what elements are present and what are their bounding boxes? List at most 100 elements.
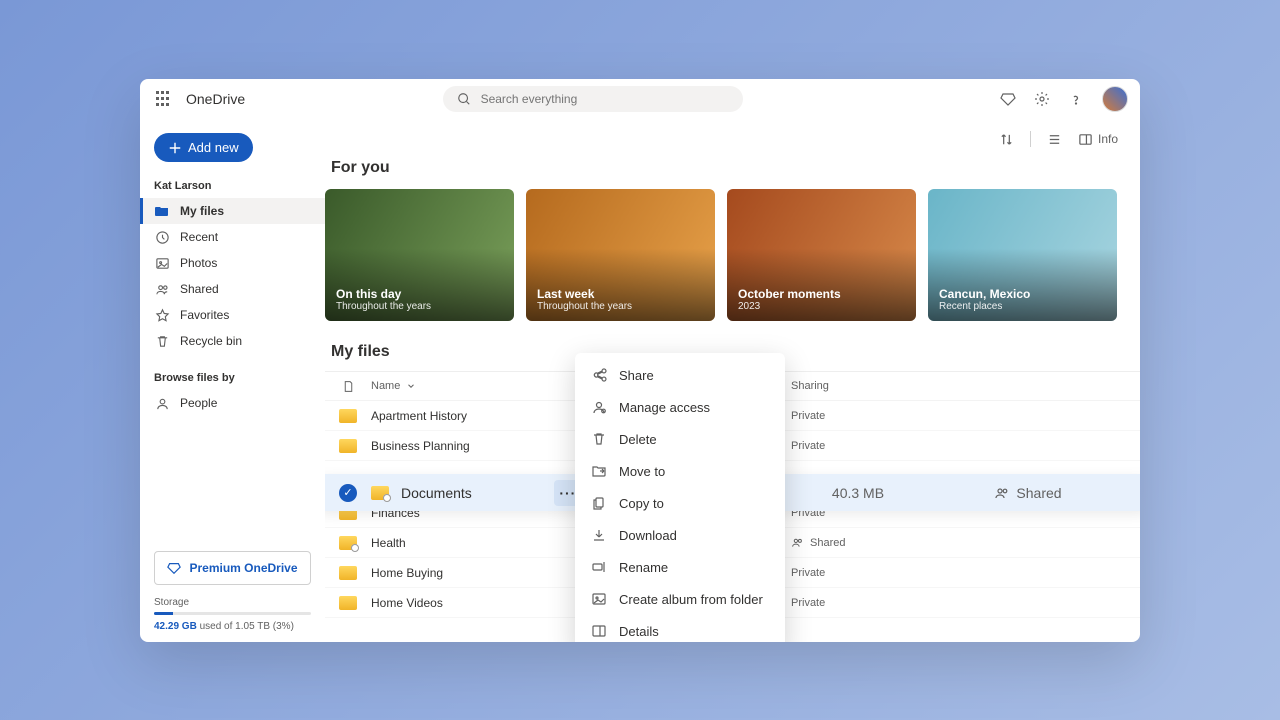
card-title: On this day: [336, 287, 431, 301]
person-icon: [154, 395, 170, 411]
toolbar: Info: [325, 119, 1140, 159]
menu-label: Create album from folder: [619, 592, 763, 607]
premium-label: Premium OneDrive: [189, 561, 297, 575]
file-sharing: Private: [791, 410, 1118, 422]
col-sharing[interactable]: Sharing: [791, 380, 1118, 392]
image-icon: [154, 255, 170, 271]
rename-icon: [591, 559, 607, 575]
sort-icon[interactable]: [999, 132, 1014, 147]
storage-fill: [154, 612, 173, 615]
details-icon: [591, 623, 607, 639]
menu-item-copy[interactable]: Copy to: [575, 487, 785, 519]
file-type-header-icon: [325, 380, 371, 393]
sidebar-item-label: Photos: [180, 256, 217, 270]
for-you-card[interactable]: On this day Throughout the years: [325, 189, 514, 321]
people-icon: [154, 281, 170, 297]
copy-icon: [591, 495, 607, 511]
sidebar-item-people[interactable]: People: [140, 390, 325, 416]
menu-item-access[interactable]: Manage access: [575, 391, 785, 423]
sidebar-item-favorites[interactable]: Favorites: [140, 302, 325, 328]
sidebar-item-label: Shared: [180, 282, 219, 296]
app-launcher-icon[interactable]: [152, 87, 176, 111]
download-icon: [591, 527, 607, 543]
settings-gear-icon[interactable]: [1034, 91, 1050, 107]
file-size: 40.3 MB: [778, 485, 938, 501]
star-icon: [154, 307, 170, 323]
sidebar-item-label: Recent: [180, 230, 218, 244]
storage-text: 42.29 GB used of 1.05 TB (3%): [140, 621, 325, 632]
avatar[interactable]: [1102, 86, 1128, 112]
for-you-card[interactable]: October moments 2023: [727, 189, 916, 321]
for-you-section: For you On this day Throughout the years…: [325, 159, 1140, 321]
card-title: October moments: [738, 287, 841, 301]
header-actions: [1000, 86, 1128, 112]
info-button[interactable]: Info: [1078, 132, 1118, 147]
card-subtitle: Throughout the years: [537, 301, 632, 312]
card-subtitle: 2023: [738, 301, 841, 312]
check-icon[interactable]: ✓: [339, 484, 357, 502]
card-subtitle: Throughout the years: [336, 301, 431, 312]
folder-icon: [154, 203, 170, 219]
sidebar-user: Kat Larson: [140, 162, 325, 198]
help-icon[interactable]: [1068, 91, 1084, 107]
menu-label: Share: [619, 368, 654, 383]
file-name: Documents: [401, 485, 472, 501]
file-sharing: Private: [791, 567, 1118, 579]
card-title: Last week: [537, 287, 632, 301]
premium-button[interactable]: Premium OneDrive: [154, 551, 311, 585]
card-title: Cancun, Mexico: [939, 287, 1030, 301]
sidebar-item-recycle-bin[interactable]: Recycle bin: [140, 328, 325, 354]
view-icon[interactable]: [1047, 132, 1062, 147]
folder-shared-icon: [371, 486, 389, 500]
context-menu: Share Manage access Delete Move to Copy …: [575, 353, 785, 642]
menu-item-album[interactable]: Create album from folder: [575, 583, 785, 615]
folder-icon: [339, 536, 357, 550]
access-icon: [591, 399, 607, 415]
sidebar-item-photos[interactable]: Photos: [140, 250, 325, 276]
add-new-label: Add new: [188, 140, 239, 155]
menu-item-details[interactable]: Details: [575, 615, 785, 642]
folder-icon: [339, 566, 357, 580]
add-new-button[interactable]: Add new: [154, 133, 253, 162]
chevron-down-icon: [406, 381, 416, 391]
browse-files-label: Browse files by: [140, 354, 325, 390]
search-input[interactable]: [481, 92, 729, 106]
info-label: Info: [1098, 132, 1118, 146]
folder-icon: [339, 409, 357, 423]
clock-icon: [154, 229, 170, 245]
app-window: OneDrive Add new Kat Lars: [140, 79, 1140, 642]
trash-icon: [591, 431, 607, 447]
sidebar-item-label: Favorites: [180, 308, 229, 322]
menu-item-move[interactable]: Move to: [575, 455, 785, 487]
menu-item-rename[interactable]: Rename: [575, 551, 785, 583]
sidebar: Add new Kat Larson My files Recent Photo…: [140, 119, 325, 642]
sidebar-item-shared[interactable]: Shared: [140, 276, 325, 302]
menu-item-trash[interactable]: Delete: [575, 423, 785, 455]
file-sharing: Shared: [938, 485, 1118, 501]
for-you-card[interactable]: Last week Throughout the years: [526, 189, 715, 321]
storage-label: Storage: [140, 597, 325, 612]
menu-label: Delete: [619, 432, 657, 447]
sidebar-item-label: Recycle bin: [180, 334, 242, 348]
main-content: Info For you On this day Throughout the …: [325, 119, 1140, 642]
for-you-heading: For you: [331, 159, 1140, 177]
move-icon: [591, 463, 607, 479]
share-icon: [591, 367, 607, 383]
sidebar-item-recent[interactable]: Recent: [140, 224, 325, 250]
search-icon: [457, 92, 471, 106]
sidebar-item-my-files[interactable]: My files: [140, 198, 325, 224]
card-subtitle: Recent places: [939, 301, 1030, 312]
menu-item-download[interactable]: Download: [575, 519, 785, 551]
storage-bar: [154, 612, 311, 615]
file-sharing: Shared: [791, 536, 1118, 549]
trash-icon: [154, 333, 170, 349]
premium-diamond-icon[interactable]: [1000, 91, 1016, 107]
for-you-card[interactable]: Cancun, Mexico Recent places: [928, 189, 1117, 321]
diamond-icon: [167, 561, 181, 575]
folder-icon: [339, 596, 357, 610]
folder-icon: [339, 439, 357, 453]
header: OneDrive: [140, 79, 1140, 119]
file-sharing: Private: [791, 597, 1118, 609]
menu-item-share[interactable]: Share: [575, 359, 785, 391]
search-box[interactable]: [443, 86, 743, 112]
